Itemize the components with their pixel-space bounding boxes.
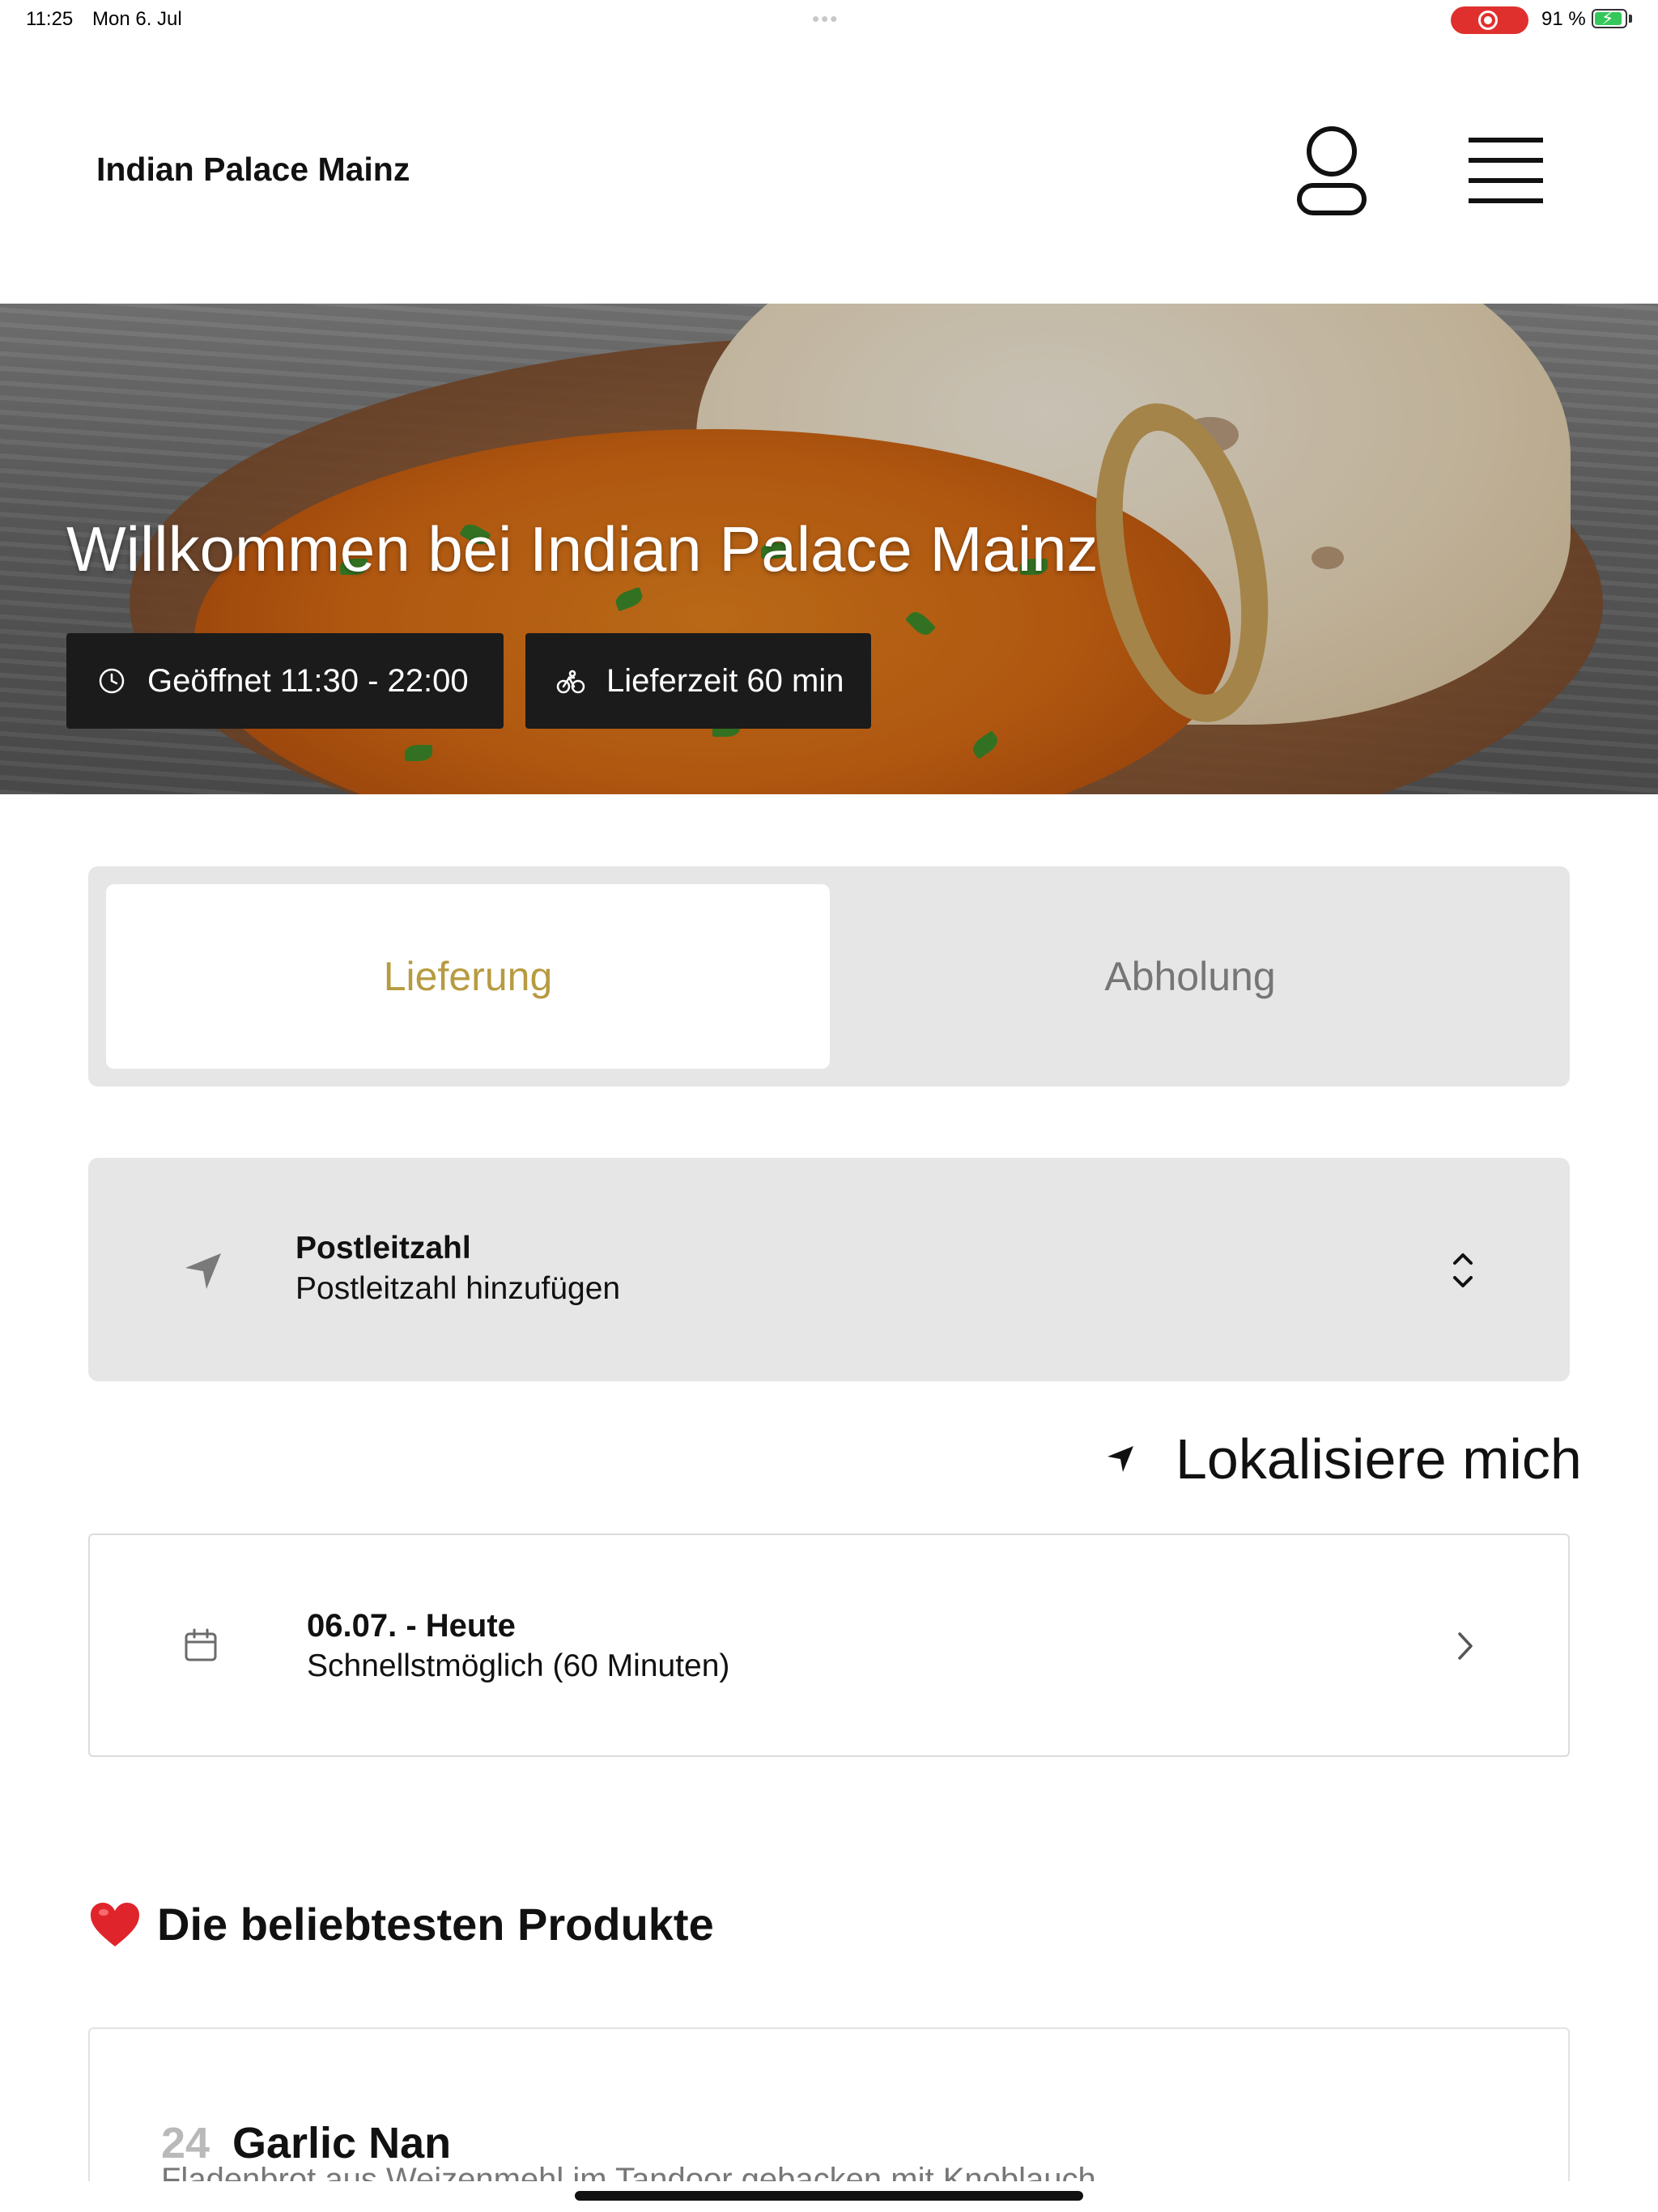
- delivery-time-label: Lieferzeit 60 min: [606, 662, 844, 699]
- hero-banner: Willkommen bei Indian Palace Mainz Geöff…: [0, 304, 1658, 794]
- battery-tip: [1629, 15, 1632, 23]
- schedule-time: Schnellstmöglich (60 Minuten): [307, 1648, 730, 1683]
- tab-delivery[interactable]: Lieferung: [106, 884, 830, 1069]
- tab-pickup[interactable]: Abholung: [828, 884, 1552, 1069]
- postal-code-label: Postleitzahl: [295, 1231, 471, 1266]
- status-time: 11:25: [26, 8, 74, 30]
- bicycle-icon: [556, 670, 585, 694]
- charging-bolt-icon: ⚡: [1601, 8, 1614, 28]
- locate-me-label: Lokalisiere mich: [1175, 1427, 1582, 1491]
- postal-code-selector[interactable]: Postleitzahl Postleitzahl hinzufügen: [88, 1158, 1570, 1381]
- opening-hours-label: Geöffnet 11:30 - 22:00: [147, 662, 469, 699]
- postal-code-placeholder: Postleitzahl hinzufügen: [295, 1271, 621, 1306]
- schedule-date: 06.07. - Heute: [307, 1608, 516, 1644]
- chevron-right-icon: [1458, 1632, 1473, 1660]
- restaurant-name[interactable]: Indian Palace Mainz: [96, 151, 410, 189]
- heart-icon: [91, 1902, 139, 1946]
- section-title: Die beliebtesten Produkte: [157, 1899, 714, 1950]
- location-arrow-icon: [185, 1253, 221, 1289]
- locate-me-button[interactable]: Lokalisiere mich: [1104, 1427, 1582, 1491]
- battery-percent: 91 %: [1541, 8, 1586, 30]
- multitasking-dots[interactable]: •••: [812, 6, 839, 32]
- delivery-time-badge: Lieferzeit 60 min: [525, 633, 871, 729]
- status-bar: 11:25 Mon 6. Jul ••• 91 % ⚡: [0, 0, 1658, 39]
- home-indicator[interactable]: [575, 2191, 1083, 2201]
- location-arrow-icon: [1107, 1446, 1133, 1472]
- calendar-icon: [185, 1628, 217, 1661]
- product-number: 24: [161, 2119, 210, 2167]
- screen-recording-indicator[interactable]: [1451, 6, 1528, 34]
- hamburger-menu-icon[interactable]: [1465, 136, 1546, 206]
- user-icon[interactable]: [1295, 125, 1368, 216]
- clock-icon: [99, 668, 125, 694]
- chevron-up-down-icon: [1453, 1253, 1473, 1287]
- product-name: Garlic Nan: [232, 2119, 452, 2167]
- delivery-time-selector[interactable]: 06.07. - Heute Schnellstmöglich (60 Minu…: [88, 1534, 1570, 1757]
- record-icon: [1478, 11, 1498, 30]
- hero-title: Willkommen bei Indian Palace Mainz: [66, 513, 1099, 585]
- order-mode-switch: Lieferung Abholung: [88, 866, 1570, 1087]
- popular-products-heading: Die beliebtesten Produkte: [89, 1898, 714, 1950]
- battery-icon: ⚡: [1592, 8, 1627, 28]
- status-date: Mon 6. Jul: [92, 8, 182, 30]
- opening-hours-badge: Geöffnet 11:30 - 22:00: [66, 633, 504, 729]
